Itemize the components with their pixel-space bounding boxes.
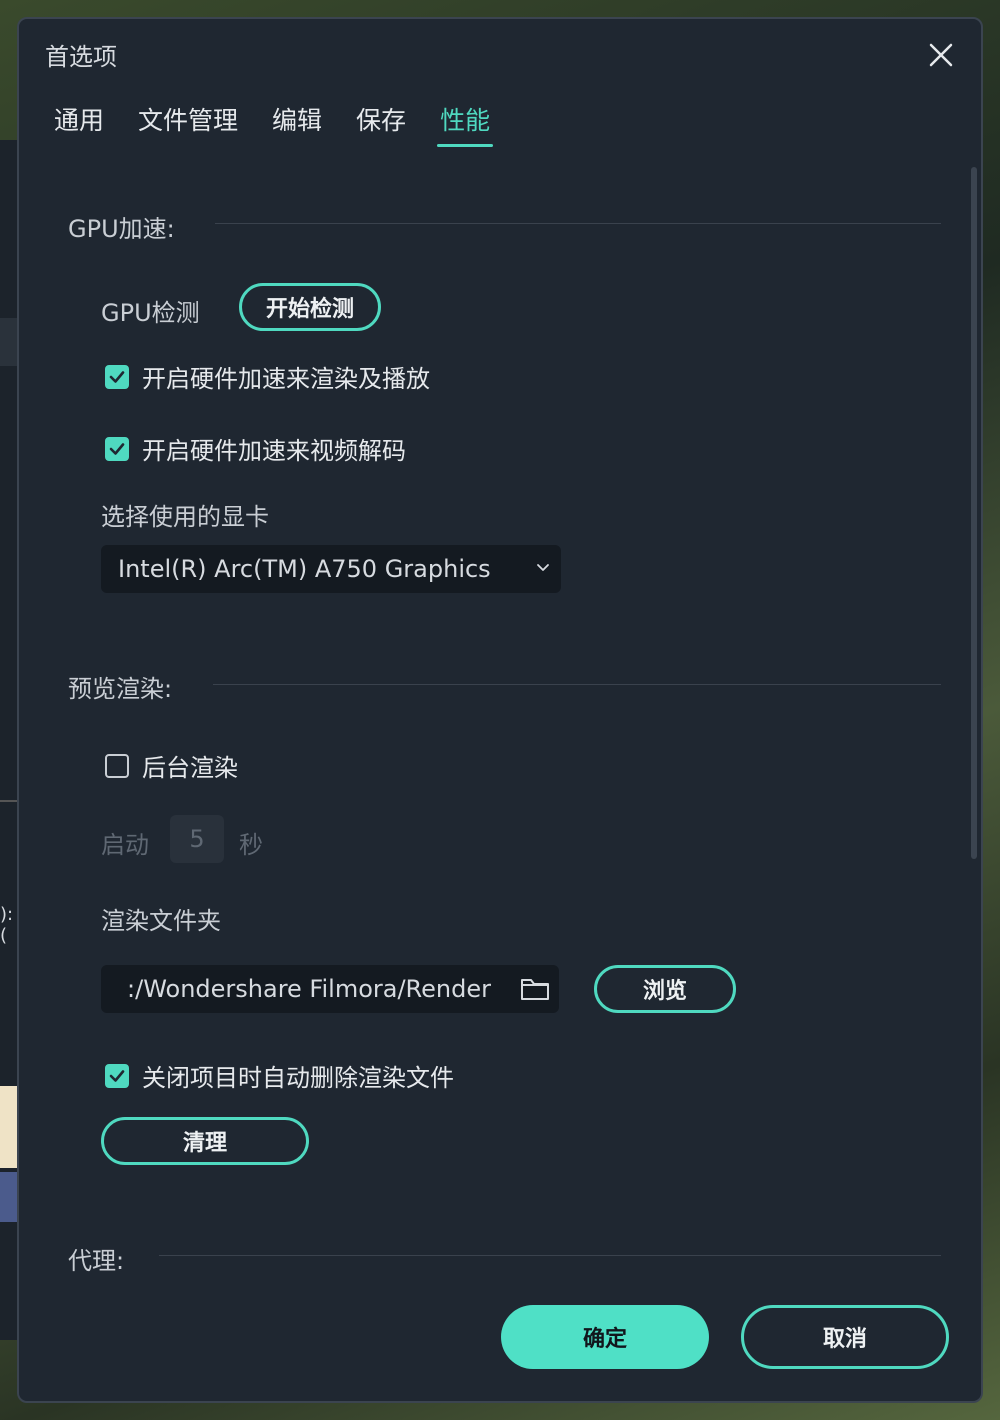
- graphics-card-select[interactable]: Intel(R) Arc(TM) A750 Graphics: [101, 545, 561, 593]
- dialog-title: 首选项: [45, 43, 117, 71]
- tab-general[interactable]: 通用: [54, 101, 104, 147]
- proxy-section-divider: [159, 1255, 941, 1256]
- hw-decode-label: 开启硬件加速来视频解码: [142, 437, 406, 465]
- bg-render-label: 后台渲染: [142, 754, 238, 782]
- preview-section-title: 预览渲染:: [68, 675, 173, 703]
- browse-button[interactable]: 浏览: [594, 965, 736, 1013]
- hw-render-checkbox[interactable]: [105, 364, 129, 389]
- bg-render-checkbox-row[interactable]: 后台渲染: [105, 748, 238, 783]
- preferences-dialog: 首选项 通用 文件管理 编辑 保存 性能 GPU加速: GPU检测 开始检测 开…: [17, 17, 983, 1403]
- preview-section-divider: [213, 684, 941, 685]
- start-detect-button[interactable]: 开始检测: [239, 283, 381, 331]
- folder-icon[interactable]: [519, 974, 551, 1004]
- background-app-timecode: ):(: [0, 904, 14, 946]
- proxy-section-title: 代理:: [68, 1247, 125, 1275]
- tab-edit[interactable]: 编辑: [272, 101, 322, 147]
- hw-decode-checkbox[interactable]: [105, 436, 129, 461]
- render-folder-label: 渲染文件夹: [101, 907, 221, 935]
- clean-button[interactable]: 清理: [101, 1117, 309, 1165]
- checkmark-icon: [109, 1069, 125, 1082]
- scrollbar[interactable]: [971, 167, 977, 859]
- chevron-down-icon: [537, 564, 549, 571]
- seconds-label: 秒: [239, 831, 263, 859]
- checkmark-icon: [109, 442, 125, 455]
- hw-render-label: 开启硬件加速来渲染及播放: [142, 365, 430, 393]
- render-folder-input[interactable]: :/Wondershare Filmora/Render: [101, 965, 559, 1013]
- ok-button[interactable]: 确定: [501, 1305, 709, 1369]
- start-after-label: 启动: [101, 831, 149, 859]
- gpu-section-divider: [215, 223, 941, 224]
- render-folder-path: :/Wondershare Filmora/Render: [127, 975, 491, 1003]
- checkmark-icon: [109, 370, 125, 383]
- tab-save[interactable]: 保存: [356, 101, 406, 147]
- cancel-button[interactable]: 取消: [741, 1305, 949, 1369]
- start-delay-input[interactable]: 5: [170, 815, 224, 863]
- auto-delete-label: 关闭项目时自动删除渲染文件: [142, 1064, 454, 1092]
- graphics-card-label: 选择使用的显卡: [101, 503, 269, 531]
- bg-render-checkbox[interactable]: [105, 753, 129, 778]
- close-button[interactable]: [923, 37, 959, 73]
- graphics-card-value: Intel(R) Arc(TM) A750 Graphics: [118, 555, 491, 583]
- tab-file-management[interactable]: 文件管理: [138, 101, 238, 147]
- hw-render-checkbox-row[interactable]: 开启硬件加速来渲染及播放: [105, 359, 430, 394]
- tab-bar: 通用 文件管理 编辑 保存 性能: [54, 101, 524, 147]
- auto-delete-checkbox-row[interactable]: 关闭项目时自动删除渲染文件: [105, 1058, 454, 1093]
- gpu-section-title: GPU加速:: [68, 215, 175, 243]
- gpu-detect-label: GPU检测: [101, 299, 200, 327]
- tab-performance[interactable]: 性能: [437, 101, 494, 147]
- auto-delete-checkbox[interactable]: [105, 1063, 129, 1088]
- hw-decode-checkbox-row[interactable]: 开启硬件加速来视频解码: [105, 431, 406, 466]
- close-icon: [929, 43, 953, 67]
